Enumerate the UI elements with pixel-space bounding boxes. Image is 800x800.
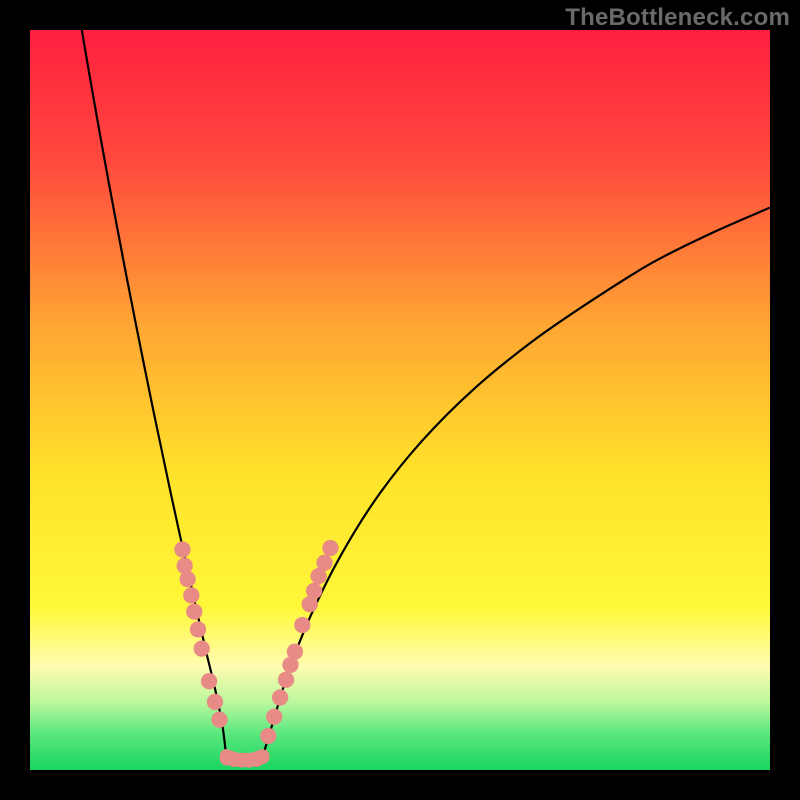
plot-area: [30, 30, 770, 770]
highlight-dot: [255, 749, 270, 764]
highlight-dot: [186, 604, 202, 620]
highlight-dot: [207, 694, 223, 710]
watermark-text: TheBottleneck.com: [565, 4, 790, 32]
highlight-dot: [266, 709, 282, 725]
highlight-dot: [201, 673, 217, 689]
highlight-dot: [190, 621, 206, 637]
highlight-dot: [194, 641, 210, 657]
highlight-dot: [211, 712, 227, 728]
highlight-dot: [287, 643, 303, 659]
highlight-dot: [322, 540, 338, 556]
gradient-rect: [30, 30, 770, 770]
highlight-dot: [278, 672, 294, 688]
outer-frame: TheBottleneck.com: [0, 0, 800, 800]
highlight-dot: [294, 617, 310, 633]
highlight-dot: [272, 689, 288, 705]
highlight-dot: [306, 583, 322, 599]
highlight-dot: [174, 541, 190, 557]
highlight-dot: [183, 587, 199, 603]
highlight-dot: [260, 728, 276, 744]
chart-svg: [30, 30, 770, 770]
highlight-dot: [179, 571, 195, 587]
highlight-dot: [316, 555, 332, 571]
